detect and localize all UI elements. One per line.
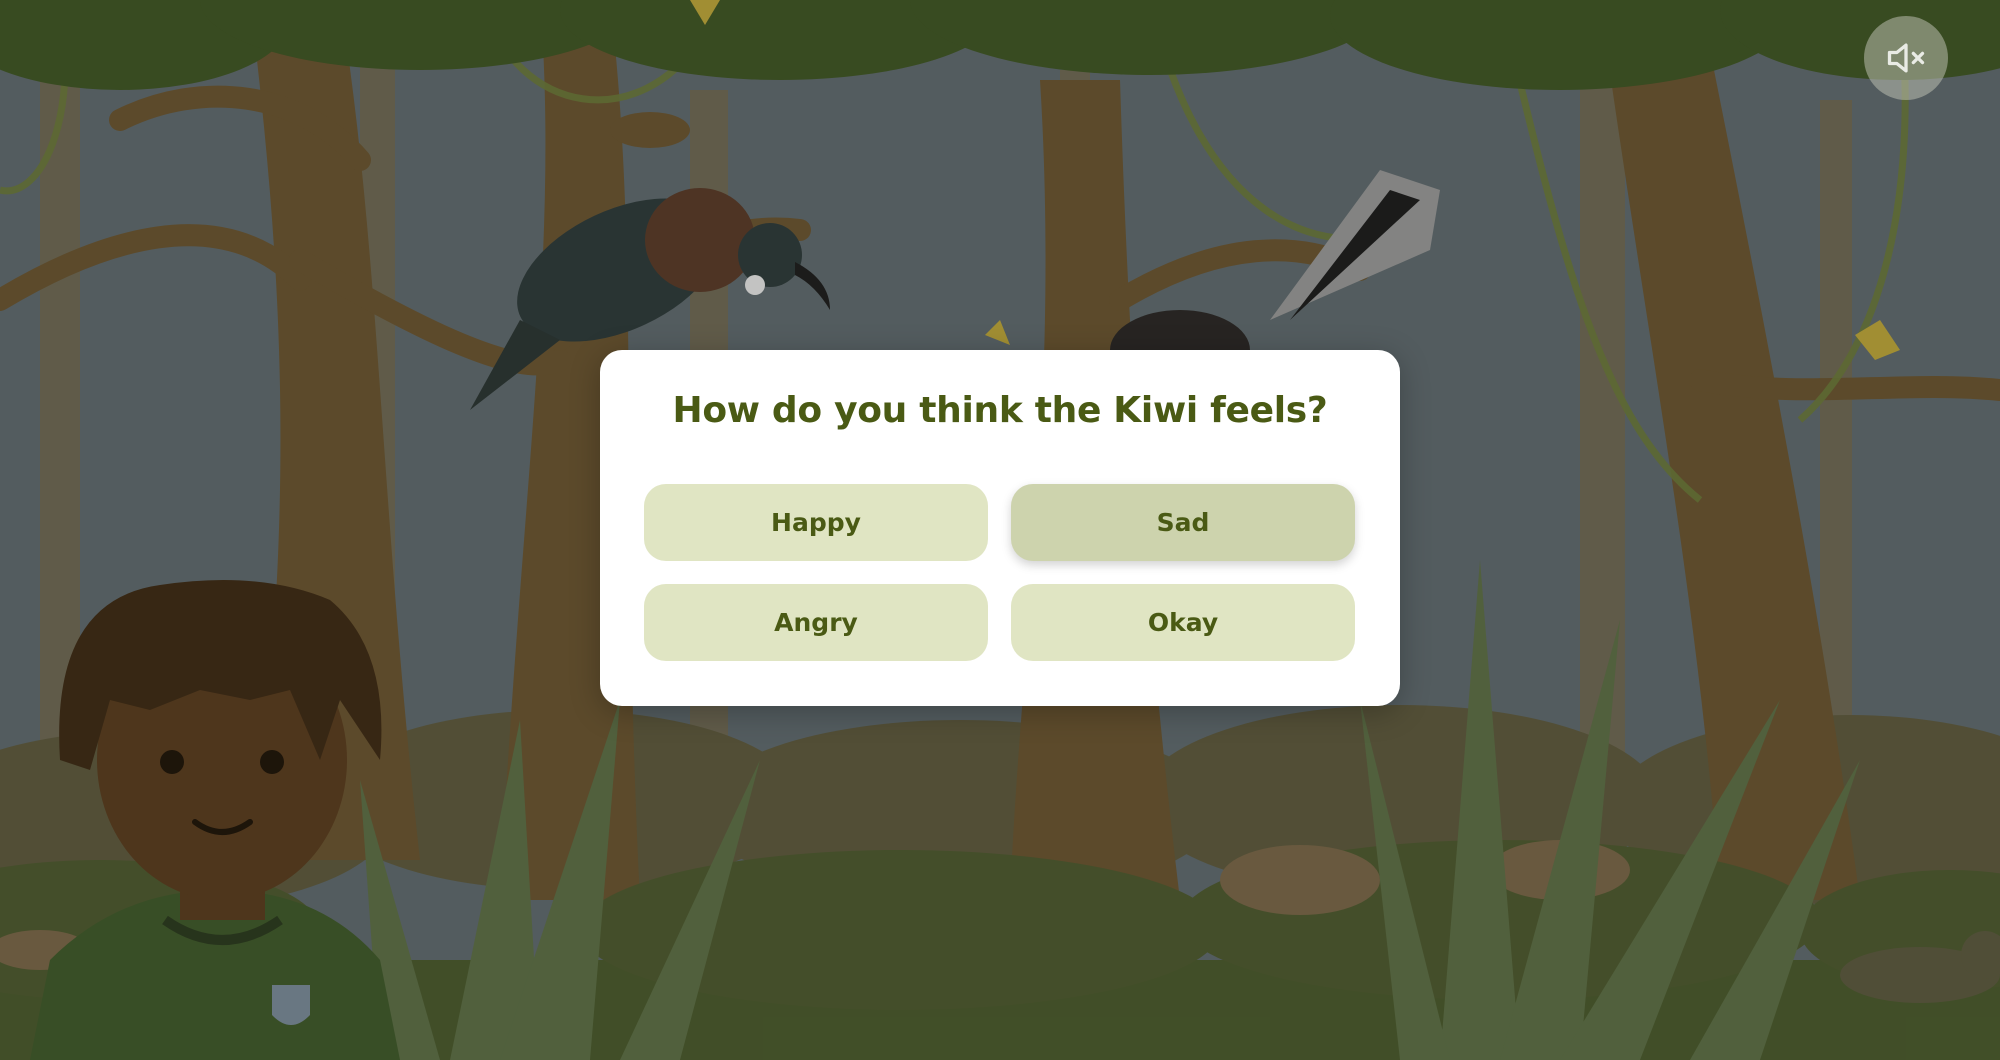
answer-happy-button[interactable]: Happy xyxy=(644,484,988,561)
answer-okay-button[interactable]: Okay xyxy=(1011,584,1355,661)
answer-angry-button[interactable]: Angry xyxy=(644,584,988,661)
mute-button[interactable] xyxy=(1864,16,1948,100)
question-text: How do you think the Kiwi feels? xyxy=(672,390,1328,431)
speaker-muted-icon xyxy=(1887,43,1925,73)
question-dialog: How do you think the Kiwi feels? Happy S… xyxy=(600,350,1400,706)
answer-sad-button[interactable]: Sad xyxy=(1011,484,1355,561)
